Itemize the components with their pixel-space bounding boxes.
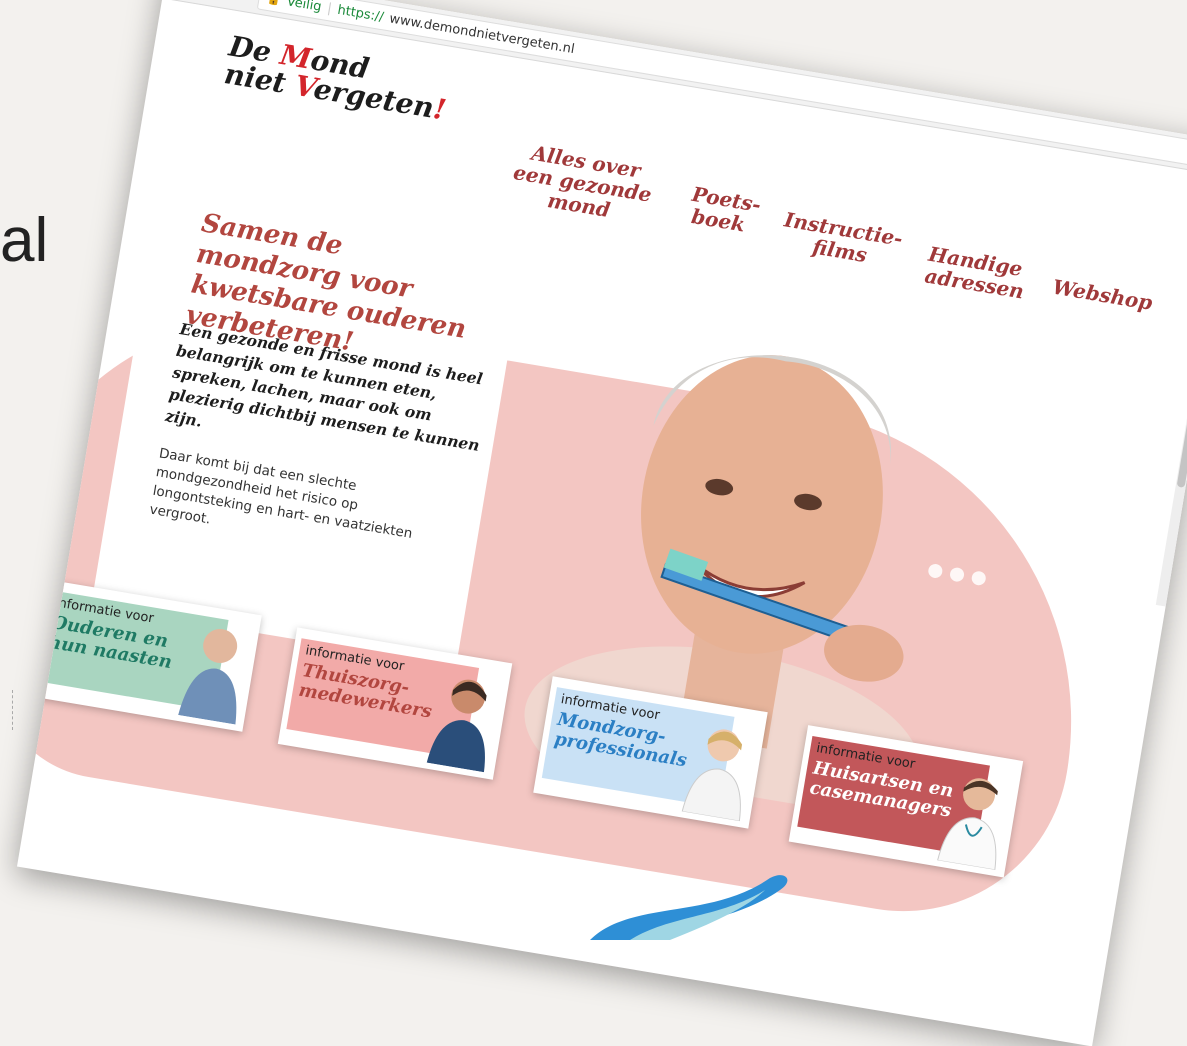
care-worker-photo bbox=[419, 663, 505, 773]
site-logo[interactable]: De Mond niet Vergeten! bbox=[222, 32, 452, 124]
elderly-man-photo bbox=[168, 615, 254, 725]
nav-item-handige-adressen[interactable]: Handige adressen bbox=[923, 243, 1024, 302]
nav-item-gezonde-mond[interactable]: Alles over een gezonde mond bbox=[503, 138, 662, 228]
toothpaste-swirl-graphic bbox=[570, 870, 820, 940]
reload-button[interactable]: C bbox=[231, 0, 247, 4]
lock-icon: 🔒 bbox=[266, 0, 282, 7]
tile-huisartsen[interactable]: informatie voor Huisartsen en casemanage… bbox=[789, 725, 1023, 877]
url-protocol: https:// bbox=[336, 2, 384, 24]
doctor-photo bbox=[930, 760, 1016, 870]
slide-text-fragment: al bbox=[0, 205, 48, 276]
nav-item-poetsboek[interactable]: Poets-boek bbox=[687, 183, 753, 236]
dental-professional-photo bbox=[674, 712, 760, 822]
nav-item-instructiefilms[interactable]: Instructie-films bbox=[779, 208, 905, 271]
nav-item-webshop[interactable]: Webshop bbox=[1051, 276, 1143, 313]
secure-label: Veilig bbox=[286, 0, 323, 14]
address-separator: | bbox=[326, 1, 333, 17]
tile-mondzorg[interactable]: informatie voor Mondzorg-professionals bbox=[533, 676, 767, 828]
